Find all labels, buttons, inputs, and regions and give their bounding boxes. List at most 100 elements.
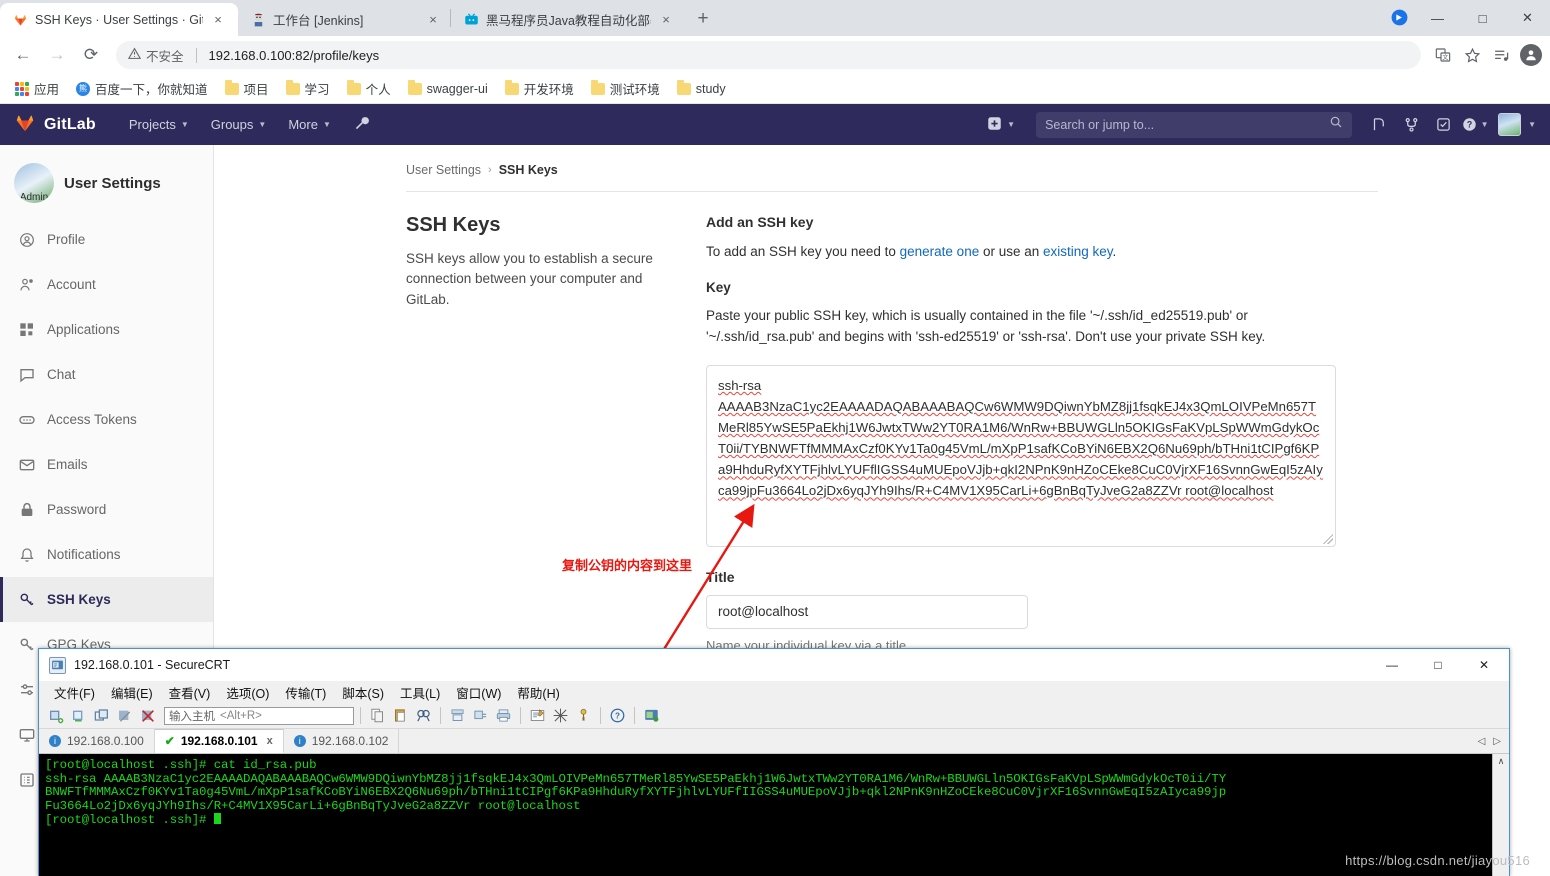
clone-session-icon[interactable]: [91, 706, 112, 726]
nav-item-more[interactable]: More ▼: [277, 104, 342, 145]
session-options-icon[interactable]: [527, 706, 548, 726]
media-list-icon[interactable]: [1488, 42, 1514, 68]
menu-tools[interactable]: 工具(L): [393, 681, 447, 704]
info-icon: i: [49, 735, 61, 747]
browser-tab-close-0[interactable]: ×: [210, 12, 226, 28]
copy-icon[interactable]: [367, 706, 388, 726]
print-screen-icon[interactable]: [447, 706, 468, 726]
sidebar-item-notifications[interactable]: Notifications: [0, 532, 213, 577]
address-bar[interactable]: 不安全 192.168.0.100:82/profile/keys: [116, 41, 1421, 69]
user-avatar-icon[interactable]: [1498, 113, 1522, 136]
help-icon[interactable]: ? ▼: [1460, 110, 1490, 140]
bookmark-folder-7[interactable]: 测试环境: [584, 76, 667, 101]
title-input[interactable]: root@localhost: [706, 594, 1028, 629]
browser-tab-0[interactable]: SSH Keys · User Settings · GitLab ×: [0, 3, 238, 36]
host-input[interactable]: 输入主机 <Alt+R>: [164, 706, 354, 725]
sidebar-item-emails[interactable]: Emails: [0, 442, 213, 487]
browser-tab-1[interactable]: 工作台 [Jenkins] ×: [238, 3, 450, 36]
sidebar-user-header[interactable]: Admin User Settings: [0, 155, 213, 217]
sidebar-item-account[interactable]: Account: [0, 262, 213, 307]
securecrt-maximize-button[interactable]: □: [1415, 649, 1461, 681]
bookmark-folder-8[interactable]: study: [670, 79, 733, 99]
menu-script[interactable]: 脚本(S): [335, 681, 391, 704]
sidebar-item-profile[interactable]: Profile: [0, 217, 213, 262]
securecrt-minimize-button[interactable]: —: [1369, 649, 1415, 681]
not-secure-badge[interactable]: 不安全: [127, 46, 184, 65]
menu-transfer[interactable]: 传输(T): [278, 681, 333, 704]
print-icon[interactable]: [493, 706, 514, 726]
new-tab-button[interactable]: +: [689, 5, 717, 33]
browser-tab-close-1[interactable]: ×: [425, 12, 441, 28]
bookmark-star-icon[interactable]: [1459, 42, 1485, 68]
merge-requests-icon[interactable]: [1364, 110, 1394, 140]
key-toolbar-icon[interactable]: [573, 706, 594, 726]
session-tab-192-168-0-101[interactable]: ✔ 192.168.0.101 x: [154, 729, 284, 753]
global-options-icon[interactable]: [550, 706, 571, 726]
new-dropdown-button[interactable]: ▼: [978, 116, 1024, 134]
terminal-area[interactable]: [root@localhost .ssh]# cat id_rsa.pub ss…: [39, 754, 1509, 876]
scroll-up-icon[interactable]: ∧: [1498, 754, 1505, 769]
connect-icon[interactable]: [68, 706, 89, 726]
ssh-key-textarea[interactable]: ssh-rsa AAAAB3NzaC1yc2EAAAADAQABAAABAQCw…: [706, 364, 1336, 547]
securecrt-close-button[interactable]: ✕: [1461, 649, 1507, 681]
wrench-icon: [353, 115, 370, 135]
menu-options[interactable]: 选项(O): [219, 681, 276, 704]
disconnect-icon[interactable]: [137, 706, 158, 726]
bookmark-baidu[interactable]: 熊 百度一下，你就知道: [69, 76, 215, 101]
find-icon[interactable]: [413, 706, 434, 726]
browser-close-button[interactable]: ✕: [1505, 0, 1550, 36]
log-session-icon[interactable]: [470, 706, 491, 726]
menu-edit[interactable]: 编辑(E): [104, 681, 160, 704]
menu-file[interactable]: 文件(F): [47, 681, 102, 704]
user-circle-icon: [18, 231, 35, 248]
menu-help[interactable]: 帮助(H): [510, 681, 566, 704]
toolbar-separator: [520, 707, 521, 724]
browser-tab-2[interactable]: 黑马程序员Java教程自动化部署… ×: [451, 3, 683, 36]
session-tab-192-168-0-102[interactable]: i 192.168.0.102: [284, 729, 400, 753]
sidebar-item-chat[interactable]: Chat: [0, 352, 213, 397]
back-button[interactable]: ←: [8, 40, 38, 70]
search-input[interactable]: Search or jump to...: [1036, 111, 1353, 138]
session-tab-close-1[interactable]: x: [267, 735, 273, 747]
new-session-icon[interactable]: [45, 706, 66, 726]
gitlab-logo[interactable]: GitLab: [14, 111, 96, 138]
existing-key-link[interactable]: existing key: [1043, 244, 1113, 259]
bookmark-folder-5[interactable]: swagger-ui: [401, 79, 495, 99]
generate-one-link[interactable]: generate one: [900, 244, 980, 259]
paste-icon[interactable]: [390, 706, 411, 726]
sftp-icon[interactable]: [641, 706, 662, 726]
chevron-down-icon: ▼: [258, 120, 267, 129]
browser-tab-close-2[interactable]: ×: [658, 12, 674, 28]
forward-button[interactable]: →: [42, 40, 72, 70]
admin-wrench-button[interactable]: [342, 104, 381, 145]
nav-item-groups[interactable]: Groups ▼: [200, 104, 278, 145]
tabs-prev-icon[interactable]: ◁: [1478, 736, 1486, 747]
reload-button[interactable]: ⟳: [76, 40, 106, 70]
bookmark-folder-2[interactable]: 项目: [218, 76, 276, 101]
menu-window[interactable]: 窗口(W): [449, 681, 508, 704]
sidebar-item-ssh-keys[interactable]: SSH Keys: [0, 577, 213, 622]
tabs-next-icon[interactable]: ▷: [1493, 736, 1501, 747]
menu-view[interactable]: 查看(V): [162, 681, 218, 704]
breadcrumb-parent[interactable]: User Settings: [406, 163, 481, 177]
bookmark-apps[interactable]: 应用: [8, 76, 66, 101]
session-tab-192-168-0-100[interactable]: i 192.168.0.100: [39, 729, 155, 753]
bookmark-folder-3[interactable]: 学习: [279, 76, 337, 101]
browser-maximize-button[interactable]: □: [1460, 0, 1505, 36]
bookmark-folder-4[interactable]: 个人: [340, 76, 398, 101]
cast-icon[interactable]: [1390, 8, 1410, 28]
help-toolbar-icon[interactable]: ?: [607, 706, 628, 726]
sidebar-item-access-tokens[interactable]: Access Tokens: [0, 397, 213, 442]
translate-icon[interactable]: 文: [1430, 42, 1456, 68]
todos-icon[interactable]: [1428, 110, 1458, 140]
sidebar-item-applications[interactable]: Applications: [0, 307, 213, 352]
nav-item-projects[interactable]: Projects ▼: [118, 104, 200, 145]
reconnect-icon[interactable]: [114, 706, 135, 726]
bookmark-folder-6[interactable]: 开发环境: [498, 76, 581, 101]
browser-minimize-button[interactable]: —: [1415, 0, 1460, 36]
sidebar-item-password[interactable]: Password: [0, 487, 213, 532]
textarea-resize-handle[interactable]: [1323, 533, 1333, 544]
issues-icon[interactable]: [1396, 110, 1426, 140]
folder-icon: [224, 79, 239, 95]
profile-avatar-icon[interactable]: [1520, 44, 1542, 66]
